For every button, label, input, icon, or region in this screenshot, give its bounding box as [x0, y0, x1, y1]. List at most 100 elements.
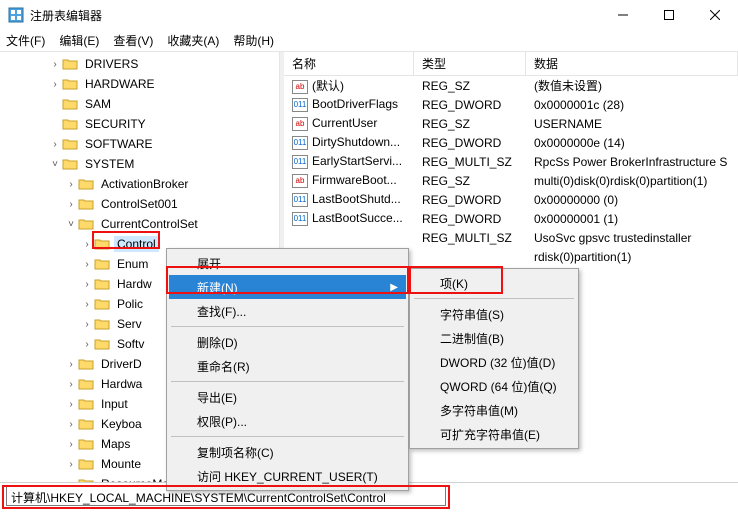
menu-view[interactable]: 查看(V): [113, 32, 153, 49]
tree-expand-icon[interactable]: ›: [48, 59, 62, 70]
tree-expand-icon[interactable]: ›: [64, 359, 78, 370]
menu-permissions[interactable]: 权限(P)...: [169, 409, 406, 433]
folder-icon: [78, 397, 94, 411]
folder-icon: [78, 217, 94, 231]
menu-help[interactable]: 帮助(H): [233, 32, 274, 49]
tree-item-label: Control: [114, 236, 159, 252]
context-menu: 展开 新建(N) ▶ 查找(F)... 删除(D) 重命名(R) 导出(E) 权限…: [166, 248, 409, 491]
menu-delete[interactable]: 删除(D): [169, 330, 406, 354]
context-submenu-new: 项(K) 字符串值(S) 二进制值(B) DWORD (32 位)值(D) QW…: [409, 268, 579, 449]
cell-data: 0x00000000 (0): [526, 193, 738, 207]
cell-data: 0x0000001c (28): [526, 98, 738, 112]
column-header-name[interactable]: 名称: [284, 52, 414, 75]
tree-expand-icon[interactable]: ›: [64, 459, 78, 470]
submenu-arrow-icon: ▶: [390, 282, 398, 293]
tree-expand-icon[interactable]: ›: [64, 439, 78, 450]
menu-new-qword[interactable]: QWORD (64 位)值(Q): [412, 374, 576, 398]
list-row[interactable]: 011EarlyStartServi...REG_MULTI_SZRpcSs P…: [284, 152, 738, 171]
tree-item[interactable]: › DRIVERS: [0, 54, 279, 74]
menu-new-dword[interactable]: DWORD (32 位)值(D): [412, 350, 576, 374]
menu-rename[interactable]: 重命名(R): [169, 354, 406, 378]
cell-name: 011LastBootSucce...: [284, 211, 414, 226]
cell-data: RpcSs Power BrokerInfrastructure S: [526, 155, 738, 169]
list-row[interactable]: abCurrentUserREG_SZUSERNAME: [284, 114, 738, 133]
tree-expand-icon[interactable]: ›: [64, 379, 78, 390]
menu-new-expandstring[interactable]: 可扩充字符串值(E): [412, 422, 576, 446]
menu-favorites[interactable]: 收藏夹(A): [167, 32, 219, 49]
folder-icon: [94, 297, 110, 311]
list-row[interactable]: 011LastBootSucce...REG_DWORD0x00000001 (…: [284, 209, 738, 228]
tree-item[interactable]: SECURITY: [0, 114, 279, 134]
folder-icon: [94, 277, 110, 291]
list-row[interactable]: abFirmwareBoot...REG_SZmulti(0)disk(0)rd…: [284, 171, 738, 190]
tree-expand-icon[interactable]: ›: [64, 479, 78, 483]
menu-find[interactable]: 查找(F)...: [169, 299, 406, 323]
binary-value-icon: 011: [292, 193, 308, 207]
tree-item[interactable]: ›ControlSet001: [0, 194, 279, 214]
regedit-app-icon: [8, 7, 24, 23]
maximize-button[interactable]: [646, 0, 692, 30]
tree-item-label: Polic: [114, 296, 146, 312]
menu-export[interactable]: 导出(E): [169, 385, 406, 409]
tree-expand-icon[interactable]: ›: [64, 179, 78, 190]
list-row[interactable]: 011DirtyShutdown...REG_DWORD0x0000000e (…: [284, 133, 738, 152]
tree-item[interactable]: ›HARDWARE: [0, 74, 279, 94]
tree-expand-icon[interactable]: ›: [64, 419, 78, 430]
folder-icon: [62, 117, 78, 131]
tree-expand-icon[interactable]: ›: [80, 339, 94, 350]
menu-copy-key-name[interactable]: 复制项名称(C): [169, 440, 406, 464]
column-header-type[interactable]: 类型: [414, 52, 526, 75]
tree-item-label: Keyboa: [98, 416, 145, 432]
folder-icon: [78, 377, 94, 391]
tree-expand-icon[interactable]: ›: [80, 239, 94, 250]
minimize-button[interactable]: [600, 0, 646, 30]
tree-expand-icon[interactable]: ›: [48, 139, 62, 150]
cell-name: 011LastBootShutd...: [284, 192, 414, 207]
tree-item[interactable]: › SOFTWARE: [0, 134, 279, 154]
menu-new-string[interactable]: 字符串值(S): [412, 302, 576, 326]
menu-new-label: 新建(N): [197, 279, 238, 296]
menu-file[interactable]: 文件(F): [6, 32, 45, 49]
tree-item[interactable]: ˅CurrentControlSet: [0, 214, 279, 234]
menu-new-binary[interactable]: 二进制值(B): [412, 326, 576, 350]
list-row[interactable]: REG_MULTI_SZUsoSvc gpsvc trustedinstalle…: [284, 228, 738, 247]
column-header-data[interactable]: 数据: [526, 52, 738, 75]
tree-collapse-icon[interactable]: ˅: [48, 159, 62, 170]
tree-expand-icon[interactable]: ›: [48, 79, 62, 90]
list-row[interactable]: ab(默认)REG_SZ(数值未设置): [284, 76, 738, 95]
menu-separator: [171, 381, 404, 382]
tree-expand-icon[interactable]: ›: [80, 299, 94, 310]
tree-item[interactable]: SAM: [0, 94, 279, 114]
menu-edit[interactable]: 编辑(E): [59, 32, 99, 49]
folder-icon: [78, 177, 94, 191]
menu-new[interactable]: 新建(N) ▶: [169, 275, 406, 299]
tree-expand-icon[interactable]: ›: [80, 319, 94, 330]
tree-collapse-icon[interactable]: ˅: [64, 219, 78, 230]
binary-value-icon: 011: [292, 136, 308, 150]
cell-type: REG_MULTI_SZ: [414, 155, 526, 169]
tree-expand-icon[interactable]: ›: [80, 259, 94, 270]
tree-expand-icon[interactable]: ›: [64, 199, 78, 210]
menu-new-key[interactable]: 项(K): [412, 271, 576, 295]
tree-item[interactable]: ›ActivationBroker: [0, 174, 279, 194]
tree-expand-icon[interactable]: ›: [80, 279, 94, 290]
list-row[interactable]: 011BootDriverFlagsREG_DWORD0x0000001c (2…: [284, 95, 738, 114]
tree-item-label: Serv: [114, 316, 145, 332]
tree-item[interactable]: ˅SYSTEM: [0, 154, 279, 174]
tree-item-label: SOFTWARE: [82, 136, 156, 152]
folder-icon: [62, 77, 78, 91]
tree-item-label: DRIVERS: [82, 56, 141, 72]
close-button[interactable]: [692, 0, 738, 30]
string-value-icon: ab: [292, 117, 308, 131]
menu-separator: [171, 436, 404, 437]
menubar: 文件(F) 编辑(E) 查看(V) 收藏夹(A) 帮助(H): [0, 30, 738, 52]
tree-expand-icon[interactable]: ›: [64, 399, 78, 410]
menu-new-multistring[interactable]: 多字符串值(M): [412, 398, 576, 422]
menu-expand[interactable]: 展开: [169, 251, 406, 275]
menu-goto-hkcu[interactable]: 访问 HKEY_CURRENT_USER(T): [169, 464, 406, 488]
folder-icon: [62, 137, 78, 151]
tree-item-label: Softv: [114, 336, 147, 352]
list-row[interactable]: 011LastBootShutd...REG_DWORD0x00000000 (…: [284, 190, 738, 209]
titlebar: 注册表编辑器: [0, 0, 738, 30]
menu-separator: [171, 326, 404, 327]
